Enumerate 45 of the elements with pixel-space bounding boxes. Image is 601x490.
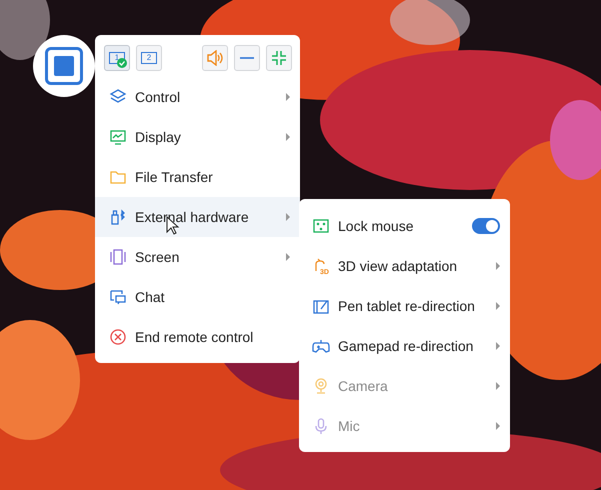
submenu-item[interactable]: Pen tablet re-direction xyxy=(299,286,510,326)
toggle-switch[interactable] xyxy=(472,218,500,234)
shrink-button[interactable] xyxy=(266,45,292,71)
usb-bluetooth-icon xyxy=(109,208,127,226)
submenu-arrow-icon xyxy=(496,302,500,310)
menu-item[interactable]: File Transfer xyxy=(95,157,300,197)
submenu-item[interactable]: Lock mouse xyxy=(299,206,510,246)
submenu-label: Mic xyxy=(338,418,361,434)
menu-label: Control xyxy=(135,89,182,105)
submenu-label: Lock mouse xyxy=(338,218,414,234)
speaker-button[interactable] xyxy=(202,45,228,71)
check-badge-icon xyxy=(117,58,127,68)
menu-item[interactable]: Chat xyxy=(95,277,300,317)
shrink-icon xyxy=(271,50,287,66)
submenu-label: Pen tablet re-direction xyxy=(338,298,476,314)
minimize-icon xyxy=(240,57,254,59)
submenu-arrow-icon xyxy=(496,342,500,350)
screen-icon xyxy=(109,248,127,266)
speaker-icon xyxy=(206,50,224,66)
menu-item[interactable]: Display xyxy=(95,117,300,157)
menu-label: Display xyxy=(135,129,182,145)
monitor-button[interactable]: 1 xyxy=(104,45,130,71)
menu-item[interactable]: Screen xyxy=(95,237,300,277)
menu-item[interactable]: External hardware xyxy=(95,197,300,237)
menu-label: End remote control xyxy=(135,329,254,345)
menu-label: External hardware xyxy=(135,209,250,225)
submenu-label: Gamepad re-direction xyxy=(338,338,474,354)
submenu-arrow-icon xyxy=(496,422,500,430)
gamepad-icon xyxy=(312,337,330,355)
menu-label: Screen xyxy=(135,249,180,265)
menu-item[interactable]: Control xyxy=(95,77,300,117)
mouse-lock-icon xyxy=(312,217,330,235)
submenu-label: 3D view adaptation xyxy=(338,258,458,274)
minimize-button[interactable] xyxy=(234,45,260,71)
menu-item[interactable]: End remote control xyxy=(95,317,300,357)
submenu-item[interactable]: Gamepad re-direction xyxy=(299,326,510,366)
menu-label: File Transfer xyxy=(135,169,214,185)
submenu-arrow-icon xyxy=(496,382,500,390)
menu-label: Chat xyxy=(135,289,166,305)
submenu-arrow-icon xyxy=(496,262,500,270)
chat-icon xyxy=(109,288,127,306)
submenu-label: Camera xyxy=(338,378,389,394)
monitor-icon xyxy=(109,128,127,146)
monitor-button[interactable]: 2 xyxy=(136,45,162,71)
close-icon xyxy=(109,328,127,346)
